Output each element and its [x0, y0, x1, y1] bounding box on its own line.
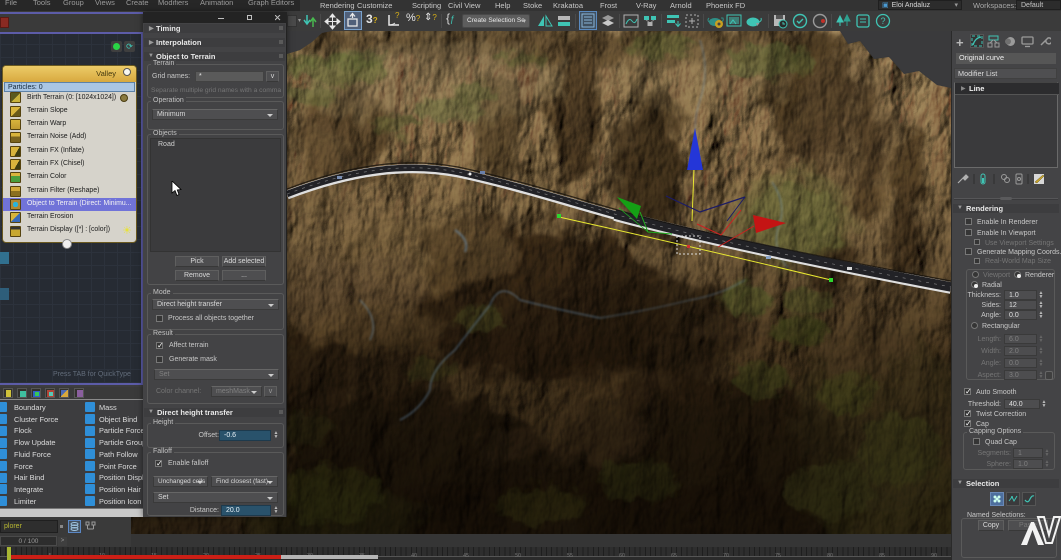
svg-text:?: ? — [881, 16, 886, 26]
